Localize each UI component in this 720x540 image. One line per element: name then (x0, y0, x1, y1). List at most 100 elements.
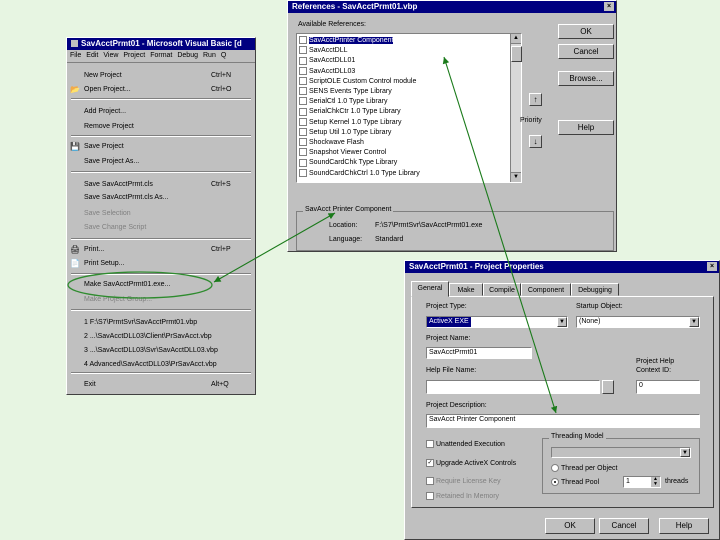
reference-checkbox[interactable] (299, 138, 307, 147)
reference-list-item[interactable]: Shockwave Flash (299, 138, 364, 147)
reference-list-item[interactable]: SoundCardChk Type Library (299, 158, 397, 167)
menu-file[interactable]: File (70, 52, 81, 59)
menu-item[interactable]: 1 F:\S7\PrmtSvr\SavAcctPrmt01.vbp (67, 317, 255, 329)
option-checkbox[interactable] (426, 492, 434, 500)
option-checkbox-row[interactable]: Require License Key (426, 477, 501, 485)
menu-item[interactable]: Save Change Script (67, 222, 255, 234)
reference-checkbox[interactable] (299, 66, 307, 75)
priority-up-button[interactable]: ↑ (529, 93, 542, 106)
scroll-thumb[interactable] (511, 46, 522, 62)
project-description-field[interactable]: SavAcct Printer Component (426, 414, 700, 428)
menu-item[interactable]: Make Project Group... (67, 294, 255, 306)
menu-item[interactable]: Make SavAcctPrmt01.exe... (67, 279, 255, 291)
help-file-field[interactable] (426, 380, 600, 394)
menu-item[interactable]: 3 ...\SavAcctDLL03\Svr\SavAcctDLL03.vbp (67, 345, 255, 357)
menu-item[interactable]: Save Project As... (67, 156, 255, 168)
reference-list-item[interactable]: SavAcctDLL01 (299, 56, 355, 65)
tab-general[interactable]: General (411, 281, 449, 297)
chevron-down-icon[interactable]: ▼ (689, 317, 699, 327)
reference-checkbox[interactable] (299, 36, 307, 45)
tab-make[interactable]: Make (449, 283, 483, 296)
reference-list-item[interactable]: SerialCtl 1.0 Type Library (299, 97, 387, 106)
references-cancel-button[interactable]: Cancel (558, 44, 614, 59)
menu-run[interactable]: Run (203, 52, 216, 59)
menu-item[interactable]: New Project Ctrl+N (67, 70, 255, 82)
properties-cancel-button[interactable]: Cancel (599, 518, 649, 534)
reference-list-item[interactable]: SavAcctPrinter Component (299, 36, 394, 45)
reference-list-item[interactable]: Snapshot Viewer Control (299, 148, 386, 157)
close-icon[interactable]: × (604, 2, 614, 11)
reference-checkbox[interactable] (299, 97, 307, 106)
reference-checkbox[interactable] (299, 46, 307, 55)
menu-item[interactable]: Add Project... (67, 106, 255, 118)
reference-checkbox[interactable] (299, 56, 307, 65)
option-checkbox-row[interactable]: Unattended Execution (426, 440, 505, 448)
menu-q[interactable]: Q (221, 52, 226, 59)
help-file-browse-button[interactable] (602, 380, 614, 394)
reference-list-item[interactable]: Setup Util 1.0 Type Library (299, 127, 391, 137)
scroll-up-arrow-icon[interactable]: ▲ (511, 34, 521, 44)
option-checkbox[interactable] (426, 440, 434, 448)
menu-item[interactable]: Remove Project (67, 121, 255, 133)
menu-item[interactable]: 💾 Save Project (67, 141, 255, 153)
menu-item[interactable]: 🖨 Print... Ctrl+P (67, 244, 255, 256)
spinner-arrows-icon[interactable]: ▲ ▼ (651, 477, 660, 487)
startup-object-dropdown[interactable]: (None) ▼ (576, 316, 700, 328)
reference-list-item[interactable]: SerialChkCtr 1.0 Type Library (299, 107, 401, 116)
reference-list-item[interactable]: SENS Events Type Library (299, 87, 392, 96)
chevron-down-icon[interactable]: ▼ (557, 317, 567, 327)
reference-checkbox[interactable] (299, 158, 307, 167)
reference-checkbox[interactable] (299, 107, 307, 116)
menu-edit[interactable]: Edit (86, 52, 98, 59)
reference-list-item[interactable]: ScriptOLE Custom Control module (299, 76, 416, 86)
references-listbox[interactable]: SavAcctPrinter Component SavAcctDLL SavAcc… (296, 33, 522, 183)
reference-list-item[interactable]: Setup Kernel 1.0 Type Library (299, 117, 401, 127)
thread-per-object-option[interactable]: Thread per Object (551, 464, 617, 472)
thread-pool-option[interactable]: Thread Pool (551, 478, 599, 486)
properties-help-button[interactable]: Help (659, 518, 709, 534)
menu-format[interactable]: Format (150, 52, 172, 59)
help-context-field[interactable]: 0 (636, 380, 700, 394)
menu-project[interactable]: Project (123, 52, 145, 59)
startup-object-label: Startup Object: (576, 303, 623, 310)
reference-checkbox[interactable] (299, 87, 307, 96)
reference-list-item[interactable]: SoundCardChkCtrl 1.0 Type Library (299, 168, 420, 178)
menu-view[interactable]: View (103, 52, 118, 59)
menu-item[interactable]: 📄 Print Setup... (67, 258, 255, 270)
tab-debugging[interactable]: Debugging (571, 283, 619, 296)
menu-item[interactable]: Exit Alt+Q (67, 379, 255, 391)
option-checkbox-row[interactable]: Retained In Memory (426, 492, 499, 500)
option-checkbox-row[interactable]: ✓ Upgrade ActiveX Controls (426, 459, 516, 467)
reference-list-item[interactable]: SavAcctDLL03 (299, 66, 355, 76)
references-help-button[interactable]: Help (558, 120, 614, 135)
references-browse-button[interactable]: Browse... (558, 71, 614, 86)
properties-ok-button[interactable]: OK (545, 518, 595, 534)
menu-item[interactable]: Save SavAcctPrmt.cls As... (67, 192, 255, 204)
menu-item[interactable]: 2 ...\SavAcctDLL03\Client\PrSavAcct.vbp (67, 331, 255, 343)
references-ok-button[interactable]: OK (558, 24, 614, 39)
references-scrollbar[interactable]: ▲ ▼ (510, 34, 522, 182)
option-checkbox[interactable] (426, 477, 434, 485)
reference-checkbox[interactable] (299, 148, 307, 157)
thread-pool-count-field[interactable]: 1 ▲ ▼ (623, 476, 661, 488)
reference-checkbox[interactable] (299, 127, 307, 136)
tab-compile[interactable]: Compile (483, 283, 521, 296)
menu-debug[interactable]: Debug (177, 52, 198, 59)
tab-component[interactable]: Component (521, 283, 571, 296)
menu-item[interactable]: 4 Advanced\SavAcctDLL03\PrSavAcct.vbp (67, 359, 255, 371)
reference-checkbox[interactable] (299, 117, 307, 126)
reference-list-item[interactable]: SavAcctDLL (299, 46, 348, 55)
radio-thread-per-object[interactable] (551, 464, 559, 472)
priority-down-button[interactable]: ↓ (529, 135, 542, 148)
menu-item[interactable]: 📂 Open Project... Ctrl+O (67, 84, 255, 96)
menu-item[interactable]: Save SavAcctPrmt.cls Ctrl+S (67, 179, 255, 191)
project-name-field[interactable]: SavAcctPrmt01 (426, 347, 532, 359)
option-checkbox[interactable]: ✓ (426, 459, 434, 467)
scroll-down-arrow-icon[interactable]: ▼ (511, 172, 521, 182)
reference-checkbox[interactable] (299, 76, 307, 85)
radio-thread-pool[interactable] (551, 478, 559, 486)
project-type-dropdown[interactable]: ActiveX EXE ▼ (426, 316, 568, 328)
reference-checkbox[interactable] (299, 168, 307, 177)
menu-item[interactable]: Save Selection (67, 208, 255, 220)
close-icon[interactable]: × (707, 262, 717, 271)
